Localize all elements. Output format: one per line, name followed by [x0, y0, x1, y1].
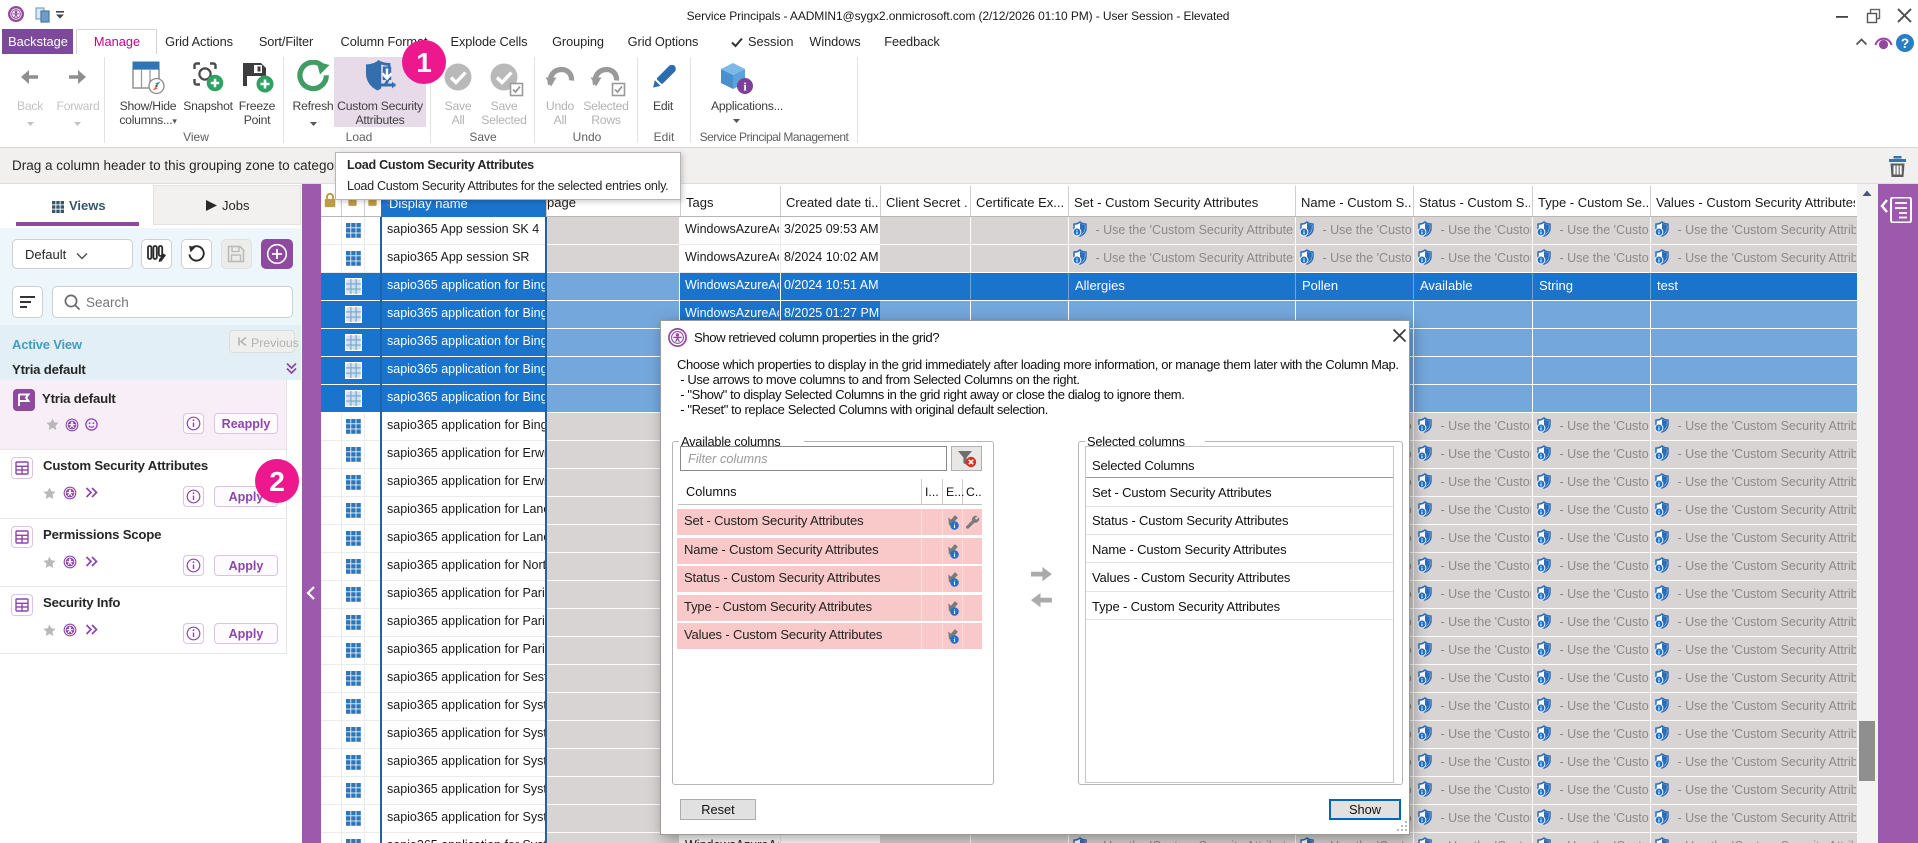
svg-text:?: ? — [1901, 36, 1909, 51]
svg-text:i: i — [954, 523, 956, 530]
svg-text:i: i — [954, 609, 956, 616]
svg-text:i: i — [954, 580, 956, 587]
svg-text:i: i — [954, 552, 956, 559]
svg-text:i: i — [954, 637, 956, 644]
